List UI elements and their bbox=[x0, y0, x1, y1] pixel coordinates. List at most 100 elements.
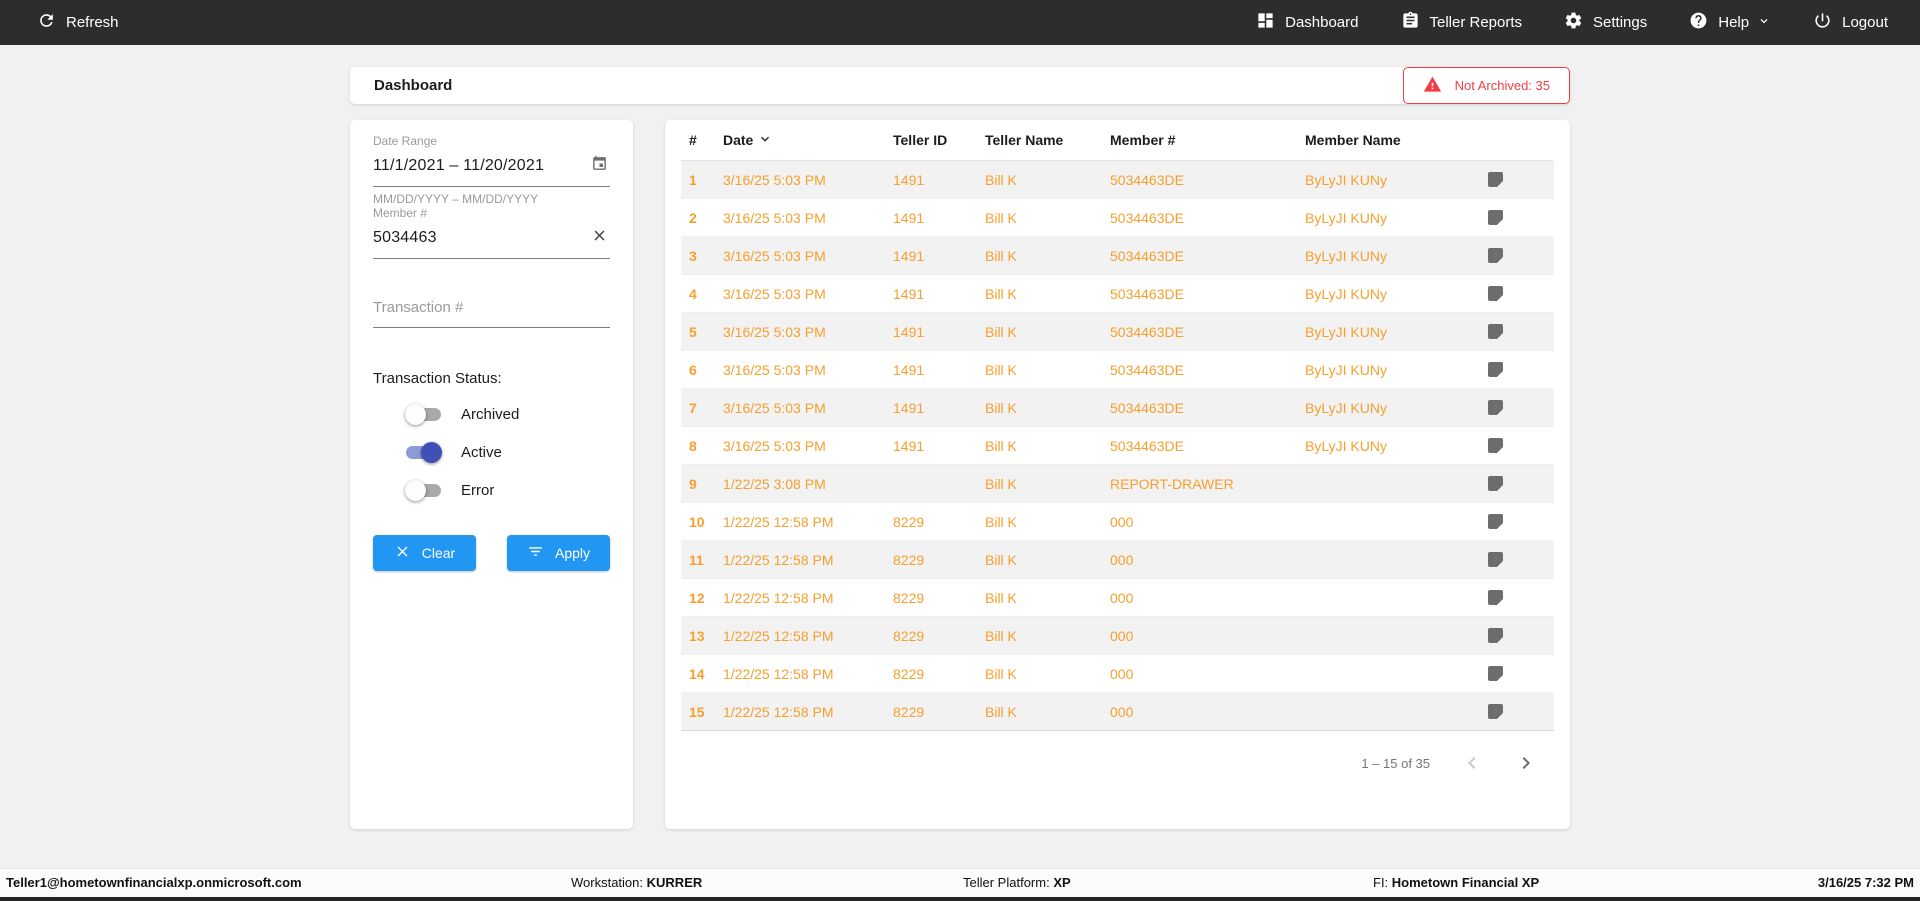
clipboard-icon bbox=[1401, 11, 1420, 34]
clear-button[interactable]: Clear bbox=[373, 535, 476, 571]
cell-num: 14 bbox=[681, 666, 723, 682]
nav-item-help[interactable]: Help bbox=[1689, 11, 1771, 34]
nav-label-dashboard: Dashboard bbox=[1285, 14, 1358, 31]
status-bar: Teller1@hometownfinancialxp.onmicrosoft.… bbox=[0, 868, 1920, 897]
cell-date: 3/16/25 5:03 PM bbox=[723, 438, 893, 454]
refresh-icon bbox=[37, 11, 56, 34]
column-header-date-label: Date bbox=[723, 132, 753, 148]
note-icon[interactable] bbox=[1488, 438, 1503, 453]
table-row[interactable]: 43/16/25 5:03 PM1491Bill K5034463DEByLyJ… bbox=[681, 275, 1554, 313]
date-range-input[interactable]: 11/1/2021 – 11/20/2021 bbox=[373, 148, 610, 187]
status-datetime: 3/16/25 7:32 PM bbox=[1818, 869, 1914, 897]
cell-note bbox=[1488, 552, 1554, 567]
table-row[interactable]: 141/22/25 12:58 PM8229Bill K000 bbox=[681, 655, 1554, 693]
nav-label-help: Help bbox=[1718, 14, 1749, 31]
cell-member-num: 000 bbox=[1110, 590, 1305, 606]
fi-status: FI: Hometown Financial XP bbox=[1373, 869, 1539, 897]
note-icon[interactable] bbox=[1488, 628, 1503, 643]
table-row[interactable]: 111/22/25 12:58 PM8229Bill K000 bbox=[681, 541, 1554, 579]
cell-teller-id: 8229 bbox=[893, 590, 985, 606]
note-icon[interactable] bbox=[1488, 172, 1503, 187]
next-page-button[interactable] bbox=[1514, 751, 1538, 775]
note-icon[interactable] bbox=[1488, 210, 1503, 225]
cell-teller-id: 1491 bbox=[893, 400, 985, 416]
table-row[interactable]: 53/16/25 5:03 PM1491Bill K5034463DEByLyJ… bbox=[681, 313, 1554, 351]
cell-note bbox=[1488, 362, 1554, 377]
note-icon[interactable] bbox=[1488, 704, 1503, 719]
table-row[interactable]: 121/22/25 12:58 PM8229Bill K000 bbox=[681, 579, 1554, 617]
cell-member-name: ByLyJI KUNy bbox=[1305, 286, 1488, 302]
nav-item-teller-reports[interactable]: Teller Reports bbox=[1401, 11, 1523, 34]
table-row[interactable]: 101/22/25 12:58 PM8229Bill K000 bbox=[681, 503, 1554, 541]
cell-num: 2 bbox=[681, 210, 723, 226]
cell-teller-name: Bill K bbox=[985, 362, 1110, 378]
note-icon[interactable] bbox=[1488, 552, 1503, 567]
cell-note bbox=[1488, 628, 1554, 643]
dashboard-icon bbox=[1256, 11, 1275, 34]
note-icon[interactable] bbox=[1488, 362, 1503, 377]
cell-member-name: ByLyJI KUNy bbox=[1305, 248, 1488, 264]
note-icon[interactable] bbox=[1488, 590, 1503, 605]
cell-teller-id: 8229 bbox=[893, 514, 985, 530]
cell-date: 1/22/25 3:08 PM bbox=[723, 476, 893, 492]
table-row[interactable]: 13/16/25 5:03 PM1491Bill K5034463DEByLyJ… bbox=[681, 161, 1554, 199]
table-row[interactable]: 131/22/25 12:58 PM8229Bill K000 bbox=[681, 617, 1554, 655]
nav-item-logout[interactable]: Logout bbox=[1813, 11, 1888, 34]
cell-num: 7 bbox=[681, 400, 723, 416]
clear-button-label: Clear bbox=[422, 545, 455, 561]
column-header-member-name: Member Name bbox=[1305, 132, 1488, 148]
nav-item-dashboard[interactable]: Dashboard bbox=[1256, 11, 1358, 34]
cell-num: 6 bbox=[681, 362, 723, 378]
table-row[interactable]: 23/16/25 5:03 PM1491Bill K5034463DEByLyJ… bbox=[681, 199, 1554, 237]
calendar-icon[interactable] bbox=[591, 155, 608, 177]
cell-num: 10 bbox=[681, 514, 723, 530]
note-icon[interactable] bbox=[1488, 514, 1503, 529]
table-header-row: # Date Teller ID Teller Name Member # Me… bbox=[681, 120, 1554, 161]
note-icon[interactable] bbox=[1488, 400, 1503, 415]
note-icon[interactable] bbox=[1488, 476, 1503, 491]
cell-date: 3/16/25 5:03 PM bbox=[723, 210, 893, 226]
table-row[interactable]: 63/16/25 5:03 PM1491Bill K5034463DEByLyJ… bbox=[681, 351, 1554, 389]
archived-toggle[interactable] bbox=[405, 404, 442, 425]
cell-teller-id: 1491 bbox=[893, 362, 985, 378]
date-range-label: Date Range bbox=[373, 134, 610, 148]
cell-member-num: 5034463DE bbox=[1110, 324, 1305, 340]
cell-note bbox=[1488, 590, 1554, 605]
archived-toggle-label: Archived bbox=[461, 406, 519, 423]
cell-teller-id: 8229 bbox=[893, 628, 985, 644]
transaction-number-input[interactable]: Transaction # bbox=[373, 299, 610, 328]
error-toggle[interactable] bbox=[405, 480, 442, 501]
cell-member-num: 5034463DE bbox=[1110, 286, 1305, 302]
nav-item-settings[interactable]: Settings bbox=[1564, 11, 1647, 34]
active-toggle[interactable] bbox=[405, 442, 442, 463]
table-row[interactable]: 73/16/25 5:03 PM1491Bill K5034463DEByLyJ… bbox=[681, 389, 1554, 427]
note-icon[interactable] bbox=[1488, 286, 1503, 301]
teller-email: Teller1@hometownfinancialxp.onmicrosoft.… bbox=[6, 869, 302, 897]
apply-button[interactable]: Apply bbox=[507, 535, 610, 571]
table-row[interactable]: 91/22/25 3:08 PMBill KREPORT-DRAWER bbox=[681, 465, 1554, 503]
cell-teller-id: 8229 bbox=[893, 552, 985, 568]
cell-note bbox=[1488, 476, 1554, 491]
cell-member-name: ByLyJI KUNy bbox=[1305, 400, 1488, 416]
workstation-status: Workstation: KURRER bbox=[571, 869, 702, 897]
table-row[interactable]: 83/16/25 5:03 PM1491Bill K5034463DEByLyJ… bbox=[681, 427, 1554, 465]
cell-date: 3/16/25 5:03 PM bbox=[723, 324, 893, 340]
toggle-row-active: Active bbox=[405, 441, 610, 463]
cell-member-num: 5034463DE bbox=[1110, 362, 1305, 378]
cell-note bbox=[1488, 704, 1554, 719]
table-row[interactable]: 33/16/25 5:03 PM1491Bill K5034463DEByLyJ… bbox=[681, 237, 1554, 275]
column-header-date[interactable]: Date bbox=[723, 131, 893, 150]
member-number-label: Member # bbox=[373, 206, 610, 220]
note-icon[interactable] bbox=[1488, 248, 1503, 263]
cell-num: 1 bbox=[681, 172, 723, 188]
clear-member-icon[interactable] bbox=[591, 227, 608, 249]
note-icon[interactable] bbox=[1488, 324, 1503, 339]
member-number-input[interactable]: 5034463 bbox=[373, 220, 610, 259]
not-archived-badge[interactable]: Not Archived: 35 bbox=[1403, 67, 1570, 104]
cell-teller-id: 1491 bbox=[893, 438, 985, 454]
cell-note bbox=[1488, 210, 1554, 225]
note-icon[interactable] bbox=[1488, 666, 1503, 681]
cell-date: 1/22/25 12:58 PM bbox=[723, 666, 893, 682]
table-row[interactable]: 151/22/25 12:58 PM8229Bill K000 bbox=[681, 693, 1554, 731]
refresh-button[interactable]: Refresh bbox=[37, 11, 119, 34]
